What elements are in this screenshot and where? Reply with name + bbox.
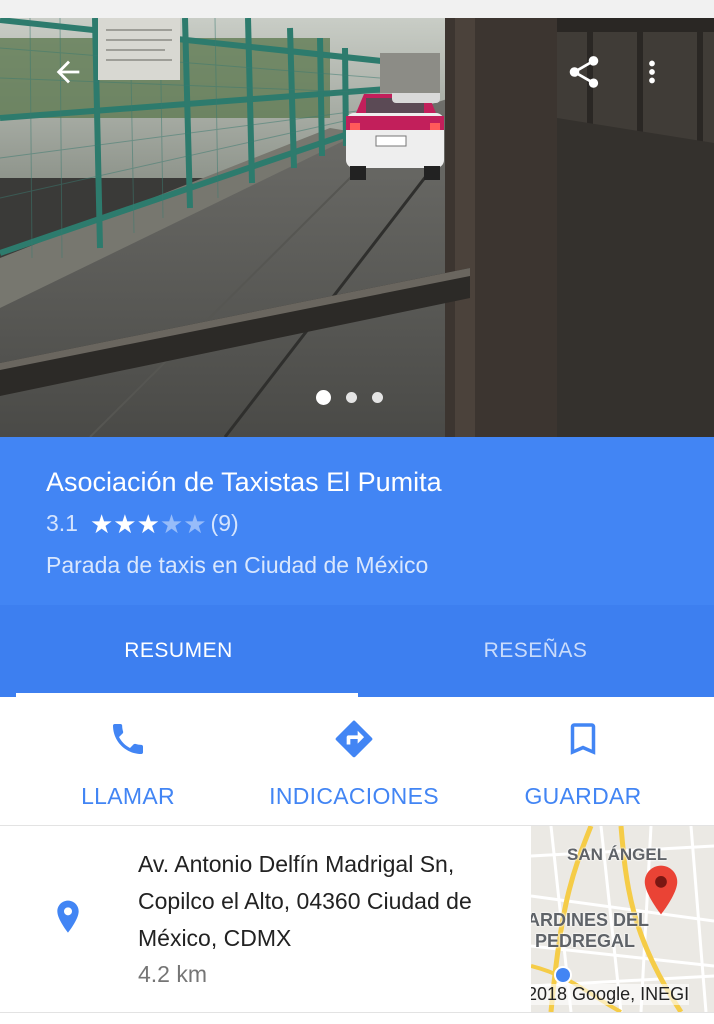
tab-resumen[interactable]: RESUMEN (0, 605, 357, 697)
pager-dot-2[interactable] (346, 391, 357, 403)
star-icon: ★ (113, 508, 137, 539)
save-button[interactable]: GUARDAR (522, 697, 644, 825)
action-bar: LLAMAR INDICACIONES GUARDAR (0, 697, 714, 826)
pager-dot-1[interactable] (316, 389, 331, 405)
place-header: Asociación de Taxistas El Pumita 3.1 ★ ★… (0, 437, 714, 605)
more-vert-icon (649, 60, 655, 84)
share-button[interactable] (558, 46, 610, 98)
directions-button[interactable]: INDICACIONES (264, 697, 444, 825)
distance-text: 4.2 km (138, 961, 208, 987)
star-empty-icon: ★ (159, 508, 184, 539)
star-empty-icon: ★ (183, 508, 207, 539)
star-icon: ★ (89, 508, 114, 539)
tab-resenas[interactable]: RESEÑAS (357, 605, 714, 697)
place-pin-icon (57, 900, 79, 933)
share-icon (569, 56, 599, 88)
back-button[interactable] (42, 46, 94, 98)
rating-value: 3.1 (46, 510, 78, 536)
directions-label: INDICACIONES (269, 783, 439, 809)
directions-icon (335, 720, 373, 758)
map-label-jardines: ARDINES DEL (531, 910, 650, 930)
place-title: Asociación de Taxistas El Pumita (46, 467, 442, 497)
bookmark-icon (570, 723, 596, 755)
call-button[interactable]: LLAMAR (78, 697, 178, 825)
rating-row[interactable]: 3.1 ★ ★ ★ ★ ★ (9) (46, 510, 239, 537)
pager-dot-3[interactable] (372, 391, 383, 403)
review-count: (9) (210, 510, 239, 536)
status-strip (0, 0, 714, 18)
address-text: Av. Antonio Delfín Madrigal Sn, Copilco … (138, 851, 472, 951)
photo-pager[interactable] (316, 389, 383, 405)
more-options-button[interactable] (626, 46, 678, 98)
call-label: LLAMAR (81, 783, 175, 809)
map-label-pedregal: PEDREGAL (535, 931, 636, 951)
tab-bar: RESUMEN RESEÑAS (0, 605, 714, 697)
map-thumbnail[interactable]: SAN ÁNGEL ARDINES DEL PEDREGAL 2018 Goog… (531, 826, 714, 1012)
arrow-back-icon (56, 60, 80, 84)
star-icon: ★ (136, 508, 160, 539)
map-pin-icon (644, 865, 678, 915)
phone-icon (113, 724, 143, 754)
place-photo[interactable] (0, 18, 714, 437)
address-row[interactable]: Av. Antonio Delfín Madrigal Sn, Copilco … (0, 826, 714, 1013)
place-category: Parada de taxis en Ciudad de México (46, 552, 429, 578)
save-label: GUARDAR (524, 783, 642, 809)
current-location-icon (554, 966, 572, 984)
rating-stars: ★ ★ ★ ★ ★ (90, 511, 207, 537)
map-label-san-angel: SAN ÁNGEL (567, 845, 668, 864)
map-attribution: 2018 Google, INEGI (531, 984, 690, 1005)
